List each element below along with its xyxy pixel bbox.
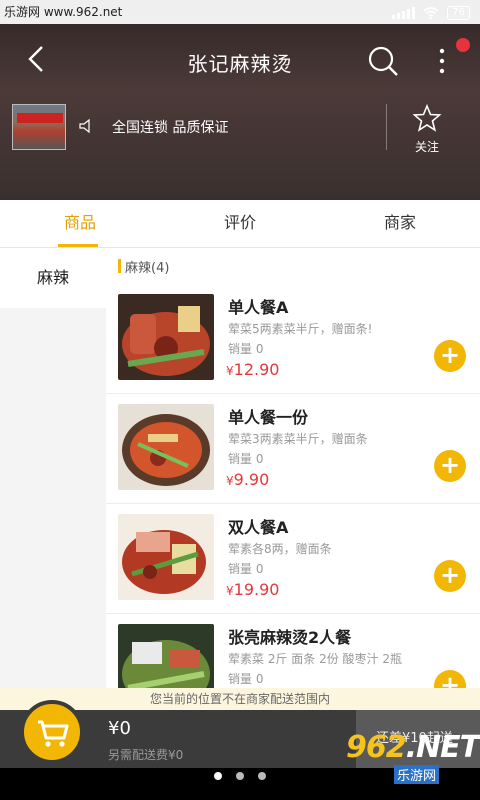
announcement-icon	[79, 118, 90, 134]
category-marker	[118, 259, 121, 273]
product-description: 荤菜3两素菜半斤，赠面条	[228, 432, 368, 446]
product-description: 荤菜5两素菜半斤，赠面条!	[228, 322, 373, 336]
product-image	[118, 404, 214, 490]
store-slogan: 全国连锁 品质保证	[112, 120, 229, 136]
add-to-cart-button[interactable]: +	[434, 340, 466, 372]
store-photo[interactable]	[12, 104, 66, 150]
category-sidebar: 麻辣	[0, 248, 106, 710]
product-name: 双人餐A	[228, 518, 289, 537]
watermark-banner: 乐游网 www.962.net	[0, 0, 480, 24]
product-description: 荤素各8两，赠面条	[228, 542, 332, 556]
product-item[interactable]: 单人餐A 荤菜5两素菜半斤，赠面条! 销量 0 ¥12.90 +	[106, 284, 480, 394]
product-price: ¥12.90	[226, 360, 279, 379]
tab-reviews[interactable]: 评价	[160, 200, 320, 248]
price-value: 9.90	[233, 470, 270, 489]
tab-products[interactable]: 商品	[0, 200, 160, 248]
tab-active-indicator	[58, 244, 98, 247]
product-name: 单人餐一份	[228, 408, 309, 427]
add-to-cart-button[interactable]: +	[434, 560, 466, 592]
more-menu-icon[interactable]	[432, 44, 452, 78]
product-name: 单人餐A	[228, 298, 289, 317]
search-icon[interactable]	[366, 44, 400, 78]
product-item[interactable]: 单人餐一份 荤菜3两素菜半斤，赠面条 销量 0 ¥9.90 +	[106, 394, 480, 504]
product-item[interactable]: 双人餐A 荤素各8两，赠面条 销量 0 ¥19.90 +	[106, 504, 480, 614]
product-sales: 销量 0	[228, 562, 264, 576]
cart-icon	[38, 720, 69, 747]
category-title: 麻辣(4)	[125, 260, 170, 276]
currency-symbol: ¥	[226, 584, 234, 598]
sidebar-item-mala[interactable]: 麻辣	[0, 248, 106, 308]
star-icon	[412, 103, 442, 132]
product-sales: 销量 0	[228, 672, 264, 686]
currency-symbol: ¥	[226, 474, 234, 488]
category-header: 麻辣(4)	[106, 248, 480, 284]
cart-button[interactable]	[20, 700, 84, 764]
product-sales: 销量 0	[228, 342, 264, 356]
delivery-fee: 另需配送费¥0	[108, 748, 184, 762]
page-dot	[236, 772, 244, 780]
page-title: 张记麻辣烫	[187, 52, 293, 76]
store-header: 76 张记麻辣烫 全国连锁 品质保证 关注	[0, 0, 480, 200]
notification-dot	[456, 38, 470, 52]
product-item[interactable]: 张亮麻辣烫2人餐 荤素菜 2斤 面条 2份 酸枣汁 2瓶 销量 0 +	[106, 614, 480, 688]
product-name: 张亮麻辣烫2人餐	[228, 628, 352, 647]
product-image	[118, 514, 214, 600]
follow-button[interactable]: 关注	[404, 103, 450, 154]
logo-number: 962	[346, 730, 407, 765]
product-sales: 销量 0	[228, 452, 264, 466]
product-price: ¥19.90	[226, 580, 279, 599]
logo-site-name: 乐游网	[394, 765, 440, 784]
product-list: 麻辣(4) 单人餐A 荤菜5两素菜半斤，赠面条! 销量 0 ¥12.90 + 单…	[106, 248, 480, 688]
cart-total: ¥0	[108, 718, 131, 739]
price-value: 19.90	[233, 580, 280, 599]
follow-label: 关注	[414, 140, 439, 154]
product-image	[118, 294, 214, 380]
product-description: 荤素菜 2斤 面条 2份 酸枣汁 2瓶	[228, 652, 402, 666]
site-logo: 962.NET 乐游网	[346, 730, 480, 794]
tab-merchant[interactable]: 商家	[320, 200, 480, 248]
price-value: 12.90	[233, 360, 280, 379]
logo-suffix: .NET	[405, 730, 480, 765]
product-image	[118, 624, 214, 688]
page-dot	[258, 772, 266, 780]
add-to-cart-button[interactable]: +	[434, 450, 466, 482]
header-divider	[386, 104, 387, 150]
page-dot	[214, 772, 222, 780]
currency-symbol: ¥	[226, 364, 234, 378]
product-price: ¥9.90	[226, 470, 269, 489]
add-to-cart-button[interactable]: +	[434, 670, 466, 688]
tab-bar: 商品 评价 商家	[0, 200, 480, 248]
